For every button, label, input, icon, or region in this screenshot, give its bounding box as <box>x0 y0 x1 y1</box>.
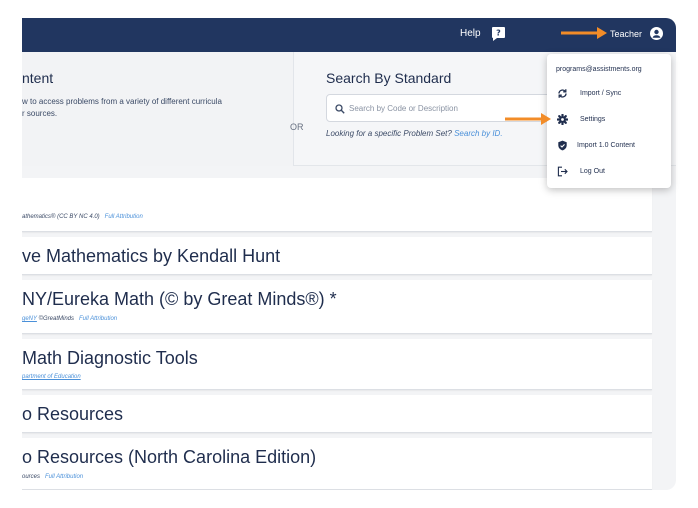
annotation-arrow-settings <box>505 113 551 125</box>
curriculum-license: athematics® (CC BY NC 4.0) <box>22 214 100 220</box>
gear-icon <box>557 114 568 125</box>
menu-item-label: Import / Sync <box>580 90 622 97</box>
curriculum-attribution: ources Full Attribution <box>22 474 83 480</box>
full-attribution-link[interactable]: Full Attribution <box>105 214 143 220</box>
full-attribution-link[interactable]: Full Attribution <box>45 474 83 480</box>
shield-icon <box>558 140 567 151</box>
curriculum-row-3[interactable]: NY/Eureka Math (© by Great Minds®) * geN… <box>22 280 652 334</box>
browse-content-description: w to access problems from a variety of d… <box>22 96 272 120</box>
search-by-id-hint: Looking for a specific Problem Set? Sear… <box>326 129 503 138</box>
browse-content-title: ntent <box>22 70 54 86</box>
user-dropdown-menu: programs@assistments.org Import / Sync S… <box>547 54 671 188</box>
browse-desc-line-2: r sources. <box>22 109 58 118</box>
curriculum-row-4[interactable]: Math Diagnostic Tools partment of Educat… <box>22 339 652 390</box>
curriculum-license: ources <box>22 474 41 480</box>
search-placeholder: Search by Code or Description <box>349 104 458 113</box>
full-attribution-link[interactable]: Full Attribution <box>79 316 117 322</box>
search-by-id-link[interactable]: Search by ID. <box>454 129 502 138</box>
curriculum-row-5[interactable]: o Resources <box>22 395 652 433</box>
search-by-standard-title: Search By Standard <box>326 70 452 86</box>
help-link[interactable]: Help <box>460 28 481 39</box>
curriculum-title: NY/Eureka Math (© by Great Minds®) * <box>22 289 337 309</box>
user-email: programs@assistments.org <box>556 66 642 73</box>
curriculum-license: ©GreatMinds <box>38 316 75 322</box>
menu-item-settings[interactable]: Settings <box>547 109 671 131</box>
curriculum-title: Math Diagnostic Tools <box>22 348 198 368</box>
curriculum-title: ve Mathematics by Kendall Hunt <box>22 246 281 266</box>
engageny-link[interactable]: geNY <box>22 316 37 322</box>
menu-item-label: Settings <box>580 116 606 123</box>
sync-icon <box>558 89 567 98</box>
search-icon <box>335 104 345 114</box>
menu-item-label: Log Out <box>580 168 605 175</box>
menu-item-log-out[interactable]: Log Out <box>547 161 671 183</box>
browse-desc-line-1: w to access problems from a variety of d… <box>22 97 222 106</box>
menu-item-import-content[interactable]: Import 1.0 Content <box>547 135 671 157</box>
logout-icon <box>557 166 568 177</box>
help-chat-icon[interactable]: ? <box>490 25 507 42</box>
curriculum-title: o Resources <box>22 404 124 424</box>
menu-item-import-sync[interactable]: Import / Sync <box>547 83 671 105</box>
search-by-id-prompt: Looking for a specific Problem Set? <box>326 129 452 138</box>
browse-content-section: ntent w to access problems from a variet… <box>22 52 294 166</box>
user-avatar-icon[interactable] <box>650 27 663 40</box>
department-link[interactable]: partment of Education <box>22 374 81 380</box>
curriculum-title: o Resources (North Carolina Edition) <box>22 447 317 467</box>
menu-item-label: Import 1.0 Content <box>577 142 635 149</box>
user-menu-toggle[interactable]: Teacher <box>610 29 642 39</box>
annotation-arrow-teacher <box>561 27 607 39</box>
curriculum-attribution: athematics® (CC BY NC 4.0) Full Attributi… <box>22 214 143 220</box>
curriculum-row-6[interactable]: o Resources (North Carolina Edition) our… <box>22 438 652 490</box>
curriculum-row-2[interactable]: ve Mathematics by Kendall Hunt <box>22 237 652 275</box>
or-divider-label: OR <box>290 122 304 132</box>
curriculum-attribution: geNY ©GreatMinds Full Attribution <box>22 316 117 322</box>
svg-text:?: ? <box>496 29 501 38</box>
curriculum-attribution: partment of Education <box>22 374 81 380</box>
